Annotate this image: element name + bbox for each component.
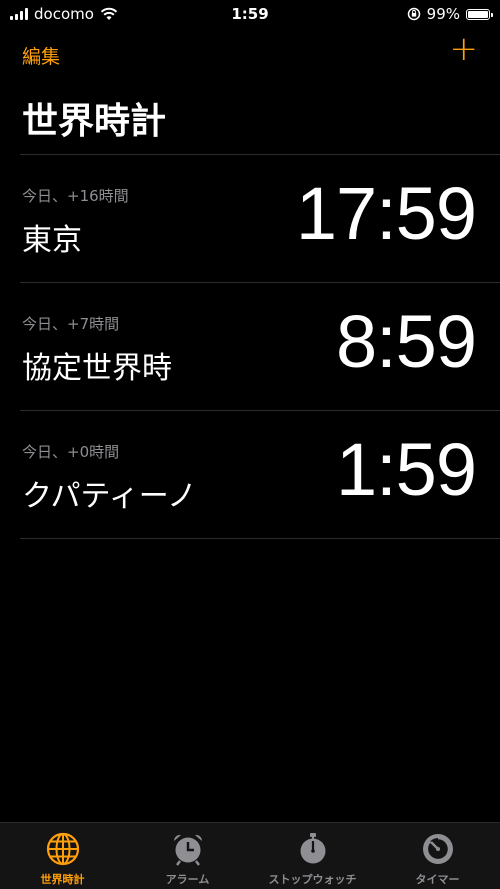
tab-stopwatch[interactable]: ストップウォッチ: [250, 823, 375, 889]
clock-row-cupertino[interactable]: 今日、+0時間 クパティーノ 1:59: [20, 411, 500, 539]
globe-icon: [46, 832, 79, 866]
alarm-clock-icon: [173, 834, 202, 866]
tab-label: タイマー: [415, 873, 460, 886]
add-button[interactable]: +: [450, 32, 479, 66]
clock-time: 17:59: [295, 172, 477, 255]
clock-offset: 今日、+16時間: [22, 187, 129, 205]
clock-city: 東京: [22, 223, 82, 258]
clock-offset: 今日、+7時間: [22, 315, 120, 333]
stopwatch-icon: [300, 833, 325, 864]
tab-label: 世界時計: [40, 873, 85, 886]
battery-fill: [468, 10, 488, 18]
tab-bar: 世界時計 アラーム ストップウォッチ タイマー: [0, 822, 500, 889]
clock-row-utc[interactable]: 今日、+7時間 協定世界時 8:59: [20, 283, 500, 411]
clock-city: クパティーノ: [22, 479, 197, 514]
page-title: 世界時計: [22, 101, 167, 142]
orientation-lock-icon: [407, 7, 420, 21]
tab-world-clock[interactable]: 世界時計: [0, 823, 125, 889]
clock-offset: 今日、+0時間: [22, 443, 120, 461]
status-right: 99%: [407, 5, 493, 23]
status-bar: docomo 1:59 99%: [0, 0, 500, 28]
battery-percent: 99%: [426, 5, 460, 23]
clock-time: 8:59: [335, 300, 477, 383]
edit-button[interactable]: 編集: [22, 42, 60, 69]
tab-label: ストップウォッチ: [268, 873, 357, 886]
clock-city: 協定世界時: [22, 351, 172, 386]
battery-icon: [466, 8, 493, 20]
tab-alarm[interactable]: アラーム: [125, 823, 250, 889]
clock-time: 1:59: [335, 428, 477, 511]
clock-row-tokyo[interactable]: 今日、+16時間 東京 17:59: [20, 155, 500, 283]
tab-timer[interactable]: タイマー: [375, 823, 500, 889]
world-clock-list: 今日、+16時間 東京 17:59 今日、+7時間 協定世界時 8:59 今日、…: [20, 154, 500, 539]
tab-label: アラーム: [165, 873, 210, 886]
timer-icon: [422, 834, 453, 864]
